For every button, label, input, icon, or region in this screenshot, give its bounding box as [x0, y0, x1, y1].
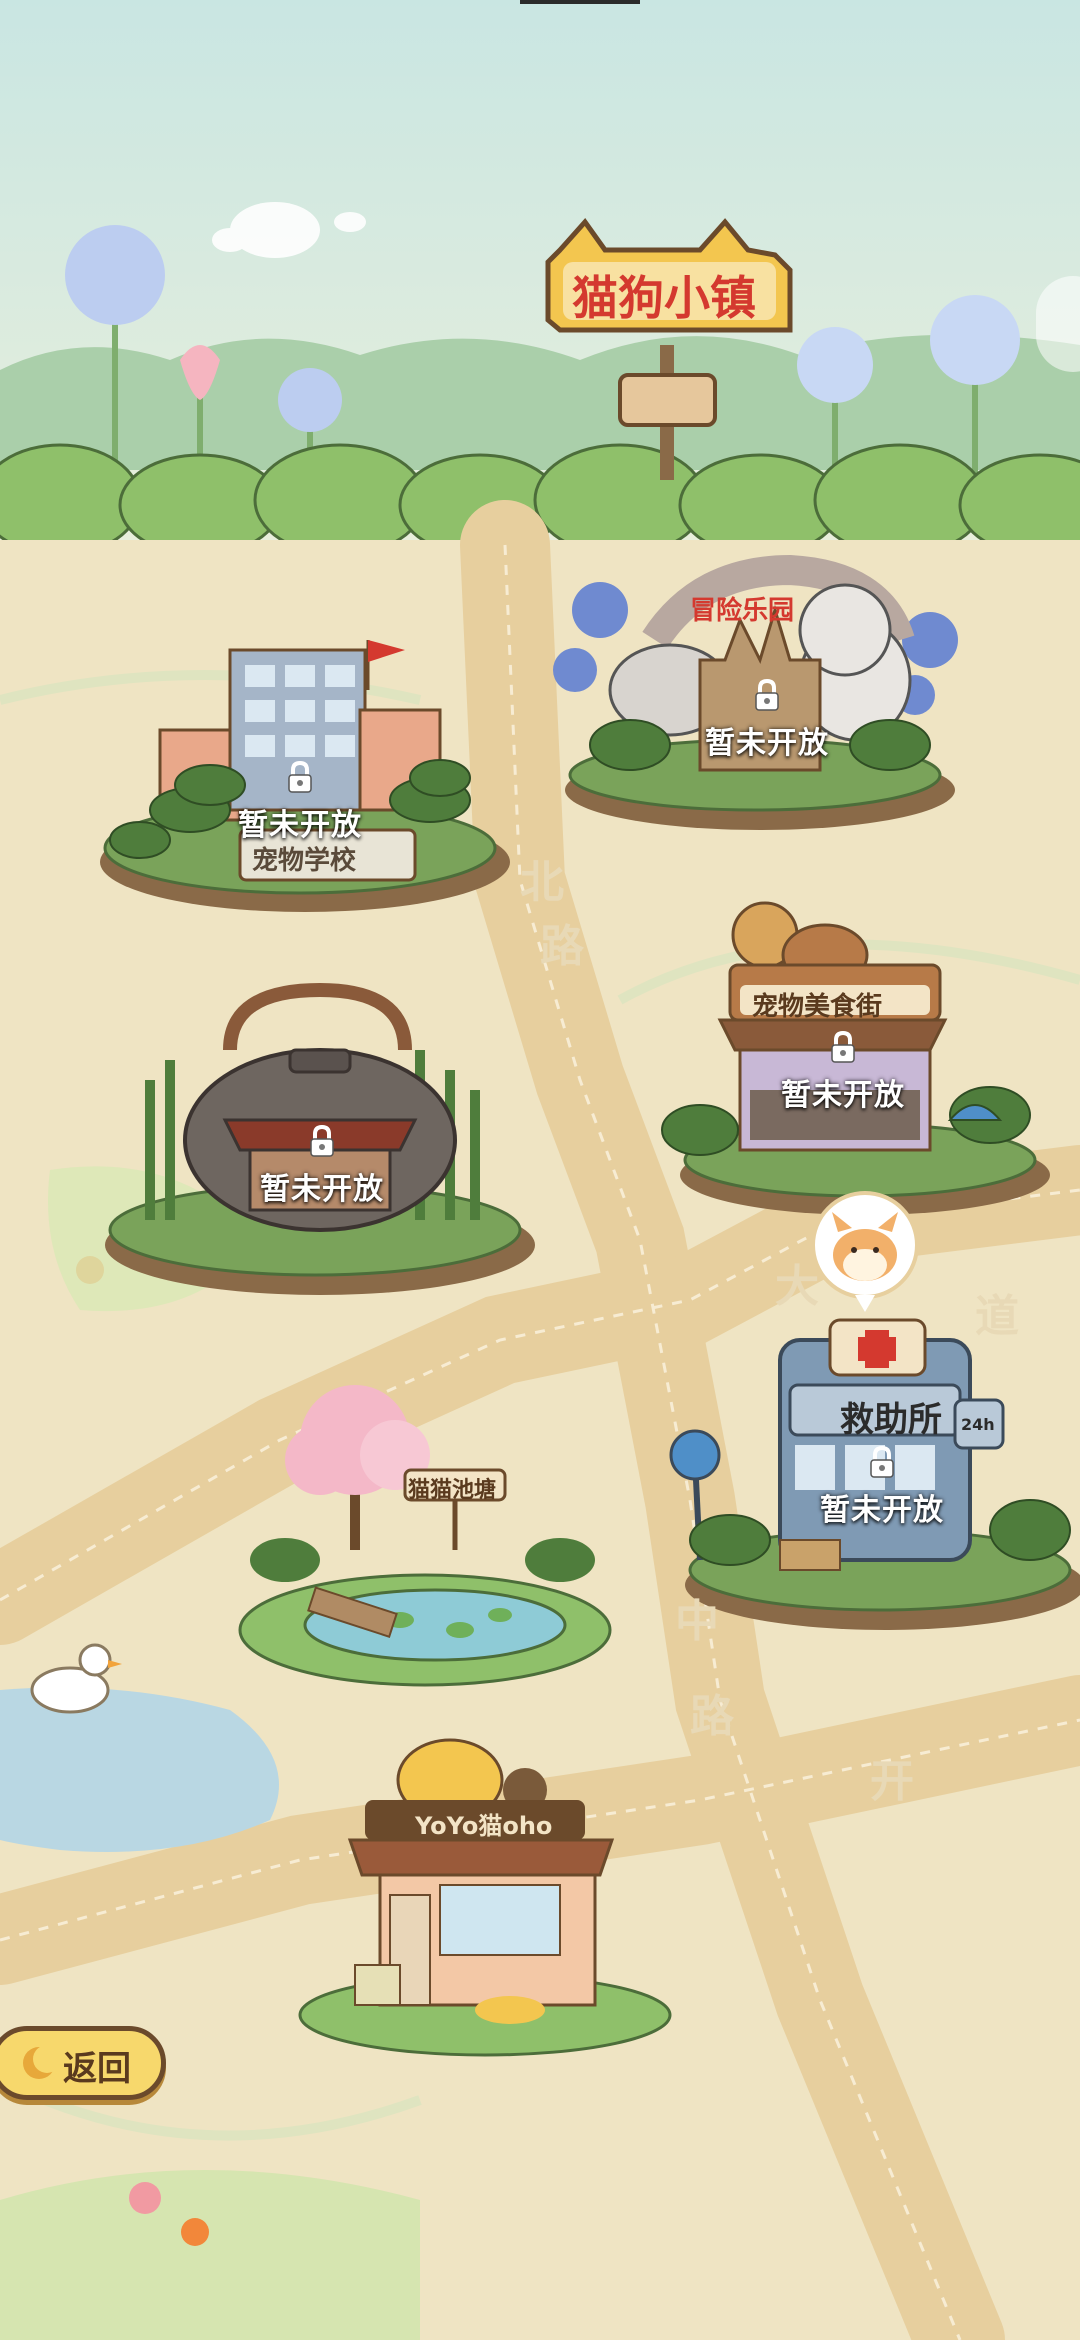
lock-icon	[826, 1030, 860, 1064]
lock-status-teahouse: 暂未开放	[260, 1172, 384, 1207]
lock-icon	[283, 760, 317, 794]
town-sign-title: 猫狗小镇	[572, 271, 756, 325]
road-label-north-1: 北	[520, 857, 564, 908]
road-label-north-2: 路	[540, 921, 584, 972]
road-label-south: 开	[870, 1756, 914, 1807]
lock-icon	[750, 678, 784, 712]
rescue-dog-bubble[interactable]	[812, 1192, 918, 1312]
lock-badge-school: 暂未开放	[180, 760, 420, 844]
location-cat-pond[interactable]	[240, 1390, 620, 1690]
lock-badge-park: 暂未开放	[647, 678, 887, 762]
lock-status-school: 暂未开放	[238, 808, 362, 843]
lock-icon	[865, 1445, 899, 1479]
lock-badge-food-street: 暂未开放	[723, 1030, 963, 1114]
back-button[interactable]: 返回	[0, 2026, 166, 2100]
road-label-middle-2: 路	[690, 1691, 734, 1742]
lock-status-rescue: 暂未开放	[820, 1493, 944, 1528]
moon-icon	[21, 2045, 61, 2081]
lock-status-park: 暂未开放	[705, 726, 829, 761]
lock-status-food-street: 暂未开放	[781, 1078, 905, 1113]
location-yoyo-cafe[interactable]	[290, 1730, 680, 2060]
lock-icon	[305, 1124, 339, 1158]
lock-badge-teahouse: 暂未开放	[202, 1124, 442, 1208]
back-button-label: 返回	[63, 2049, 131, 2089]
lock-badge-rescue: 暂未开放	[762, 1445, 1002, 1529]
status-bar-notch	[520, 0, 640, 4]
